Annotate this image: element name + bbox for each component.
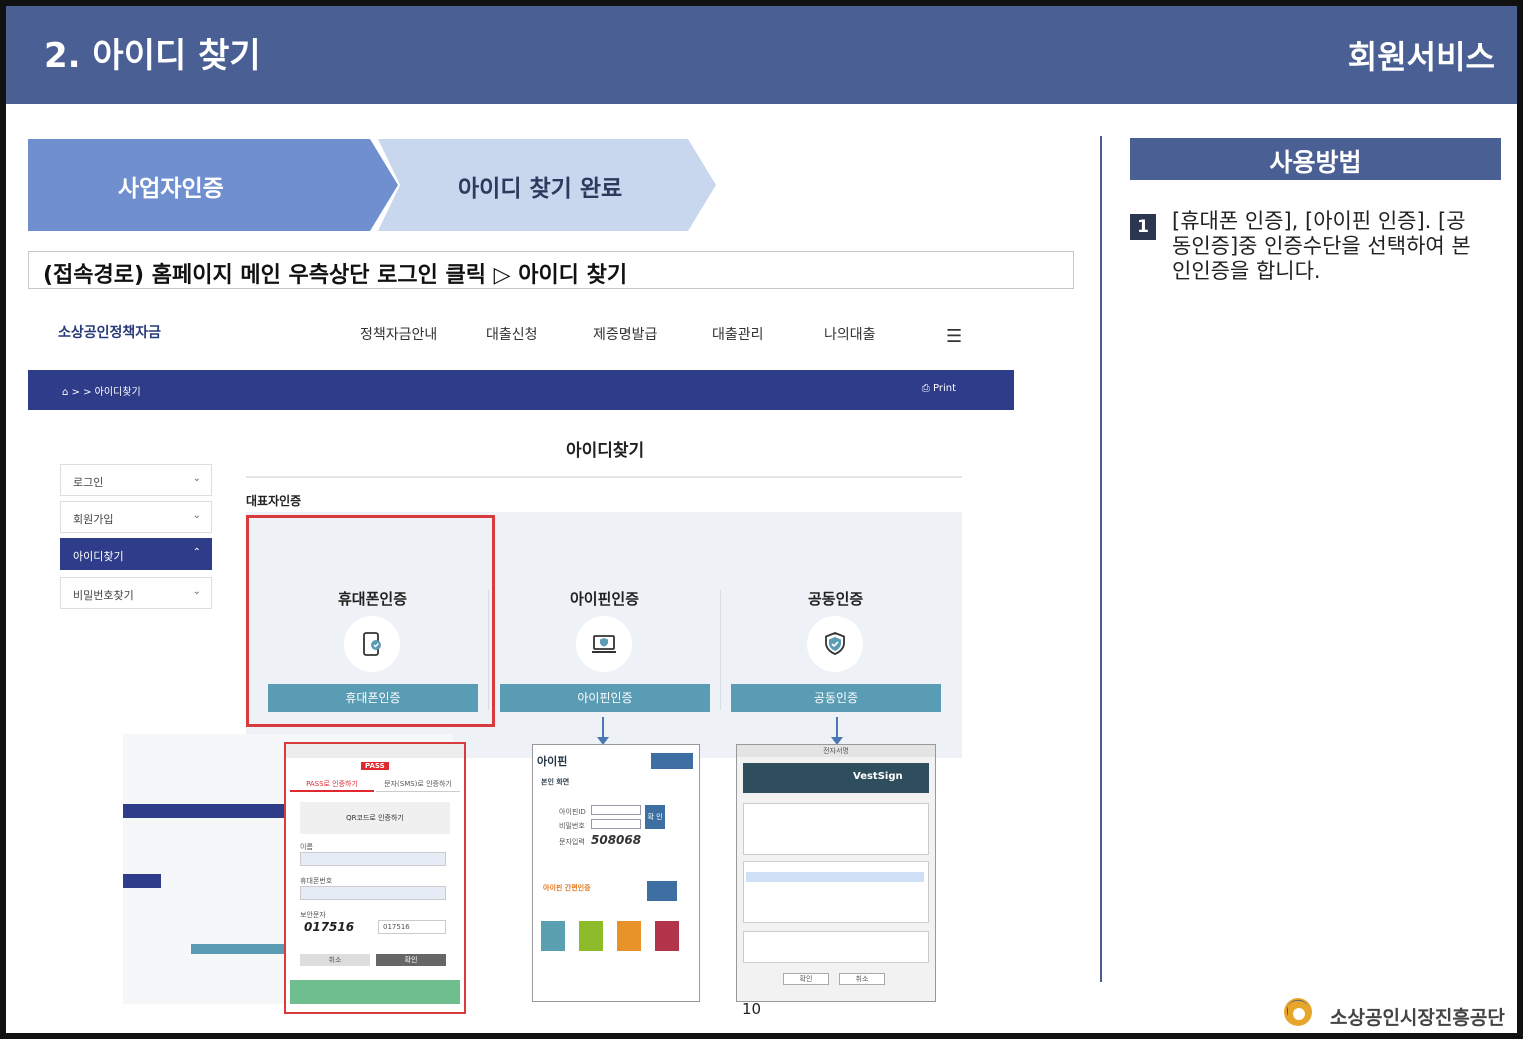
ipin-pw-label: 비밀번호: [559, 822, 585, 830]
thumbnail-menu-active: [123, 874, 161, 888]
tab-pass[interactable]: PASS로 인증하기: [290, 776, 374, 792]
tab-sms[interactable]: 문자(SMS)로 인증하기: [376, 776, 460, 792]
side-menu-login[interactable]: 로그인 ⌄: [60, 464, 212, 496]
phone-label: 휴대폰번호: [300, 877, 333, 885]
step-business-auth: 사업자인증: [28, 139, 398, 231]
side-menu-find-password[interactable]: 비밀번호찾기 ⌄: [60, 577, 212, 609]
representative-auth-label: 대표자인증: [246, 494, 302, 508]
phone-input[interactable]: [300, 886, 446, 900]
cancel-button[interactable]: 취소: [300, 954, 370, 966]
highlight-phone-auth: [246, 515, 495, 727]
ipin-manage-icon[interactable]: [617, 921, 641, 951]
nav-item-policy[interactable]: 정책자금안내: [360, 324, 437, 344]
pass-banner: [290, 980, 460, 1004]
org-logo-icon: [1284, 998, 1312, 1026]
side-menu-find-id[interactable]: 아이디찾기 ⌃: [60, 538, 212, 570]
step-label: 아이디 찾기 완료: [458, 176, 623, 202]
ipin-pw-input[interactable]: [591, 819, 641, 829]
joint-cert-auth-button[interactable]: 공동인증: [731, 684, 941, 712]
usage-header-label: 사용방법: [1269, 148, 1362, 177]
nav-item-my-loan[interactable]: 나의대출: [824, 324, 876, 344]
captcha-label: 보안문자: [300, 911, 326, 919]
ipin-captcha-image: 508068: [591, 833, 642, 847]
cert-banner: VestSign: [743, 763, 929, 793]
pass-logo: PASS: [361, 762, 389, 770]
card-divider: [720, 590, 721, 710]
arrow-down-icon: [831, 717, 843, 745]
sirenplus-badge: [651, 753, 693, 769]
cert-list[interactable]: [743, 861, 929, 923]
page-number: 10: [742, 1000, 762, 1018]
ipin-auth-popup: 아이핀 본인 화면 아이핀ID 비밀번호 확 인 문자입력 508068 아이핀…: [532, 744, 700, 1002]
card-title-ipin: 아이핀인증: [570, 590, 640, 608]
cert-password-area[interactable]: [743, 931, 929, 963]
laptop-shield-icon: [576, 616, 632, 672]
confirm-button[interactable]: 확인: [376, 954, 446, 966]
nav-item-loan-manage[interactable]: 대출관리: [712, 324, 764, 344]
step-find-id-complete: 아이디 찾기 완료: [378, 139, 716, 231]
ipin-id-label: 아이핀ID: [559, 808, 586, 816]
website-screenshot: 소상공인정책자금 정책자금안내 대출신청 제증명발급 대출관리 나의대출 ☰ ⌂…: [28, 302, 1018, 1022]
access-path-text: (접속경로) 홈페이지 메인 우측상단 로그인 클릭 ▷ 아이디 찾기: [43, 263, 628, 288]
print-icon: ⎙: [921, 383, 930, 394]
ipin-id-input[interactable]: [591, 805, 641, 815]
ipin-signup-icon[interactable]: [541, 921, 565, 951]
slide-header: 2. 아이디 찾기 회원서비스: [6, 6, 1517, 104]
cert-confirm-button[interactable]: 확인: [783, 973, 829, 985]
title-divider: [246, 476, 962, 478]
usage-header: 사용방법: [1130, 138, 1501, 180]
chevron-down-icon: ⌄: [192, 586, 201, 597]
chevron-down-icon: ⌄: [192, 510, 201, 521]
site-logo[interactable]: 소상공인정책자금: [58, 322, 161, 342]
print-button[interactable]: ⎙ Print: [922, 383, 956, 394]
nav-item-certificate[interactable]: 제증명발급: [593, 324, 657, 344]
joint-cert-popup: 전자서명 VestSign 확인 취소: [736, 744, 936, 1002]
name-input[interactable]: [300, 852, 446, 866]
captcha-image: 017516: [304, 920, 355, 934]
ipin-section: 본인 화면: [541, 778, 570, 786]
qr-auth-button[interactable]: QR코드로 인증하기: [300, 802, 450, 834]
chevron-down-icon: ⌄: [192, 473, 201, 484]
popup-titlebar: [286, 744, 464, 758]
arrow-down-icon: [597, 717, 609, 745]
breadcrumb: ⌂ > > 아이디찾기: [62, 387, 141, 398]
step-label: 사업자인증: [118, 176, 224, 202]
ipin-simple-auth[interactable]: 아이핀 간편인증: [543, 883, 591, 893]
captcha-input[interactable]: 017516: [378, 920, 446, 934]
section-title: 회원서비스: [1347, 38, 1495, 76]
usage-step-number: 1: [1130, 214, 1156, 240]
ipin-lock-icon[interactable]: [655, 921, 679, 951]
vestsign-logo: VestSign: [853, 771, 903, 782]
usage-step-text: [휴대폰 인증], [아이핀 인증]. [공동인증]중 인증수단을 선택하여 본…: [1172, 209, 1471, 283]
cert-titlebar: 전자서명: [737, 745, 935, 757]
ipin-captcha-label: 문자입력: [559, 838, 585, 846]
cert-cancel-button[interactable]: 취소: [839, 973, 885, 985]
shield-check-icon: [807, 616, 863, 672]
org-name: 소상공인시장진흥공단: [1330, 1007, 1505, 1029]
slide: 2. 아이디 찾기 회원서비스 사업자인증 아이디 찾기 완료 (접속경로) 홈…: [6, 6, 1517, 1033]
menu-icon[interactable]: ☰: [946, 326, 962, 347]
nav-item-loan-apply[interactable]: 대출신청: [486, 324, 538, 344]
breadcrumb-bar: ⌂ > > 아이디찾기 ⎙ Print: [28, 370, 1014, 410]
chevron-up-icon: ⌃: [192, 547, 201, 558]
access-path-box: (접속경로) 홈페이지 메인 우측상단 로그인 클릭 ▷ 아이디 찾기: [28, 251, 1074, 289]
panel-divider: [1100, 136, 1102, 982]
name-label: 이름: [300, 843, 313, 851]
ipin-find-icon[interactable]: [579, 921, 603, 951]
ipin-auth-button[interactable]: 아이핀인증: [500, 684, 710, 712]
card-title-joint-cert: 공동인증: [808, 590, 864, 608]
cert-row-selected[interactable]: [746, 872, 924, 882]
side-menu-signup[interactable]: 회원가입 ⌄: [60, 501, 212, 533]
phone-auth-popup: PASS PASS로 인증하기 문자(SMS)로 인증하기 QR코드로 인증하기…: [284, 742, 466, 1014]
ipin-simple-button[interactable]: [647, 881, 677, 901]
ipin-logo: 아이핀: [537, 755, 568, 768]
ipin-confirm-button[interactable]: 확 인: [645, 805, 665, 829]
home-icon[interactable]: ⌂: [62, 387, 68, 398]
cert-storage-selector[interactable]: [743, 803, 929, 855]
page-title: 아이디찾기: [566, 441, 645, 461]
slide-title: 2. 아이디 찾기: [44, 36, 261, 76]
